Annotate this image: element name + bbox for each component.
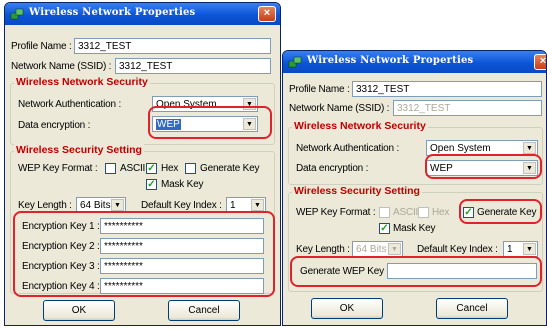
encryption-label: Data encryption : bbox=[296, 163, 369, 174]
profile-name-label: Profile Name : bbox=[11, 41, 72, 52]
ok-button[interactable]: OK bbox=[43, 300, 115, 321]
default-key-index-select[interactable]: 1 ▼ bbox=[226, 197, 266, 213]
cancel-button[interactable]: Cancel bbox=[168, 300, 240, 321]
ok-button[interactable]: OK bbox=[311, 298, 383, 319]
key-length-label: Key Length : bbox=[18, 200, 72, 211]
generate-key-label: Generate Key bbox=[200, 163, 260, 174]
chevron-down-icon[interactable]: ▼ bbox=[111, 199, 124, 211]
default-key-index-label: Default Key Index : bbox=[417, 244, 498, 255]
profile-name-input[interactable]: 3312_TEST bbox=[352, 81, 542, 97]
dialog-title: Wireless Network Properties bbox=[307, 55, 474, 66]
encryption-label: Data encryption : bbox=[18, 120, 91, 131]
encryption-key-3-input[interactable]: ********** bbox=[100, 258, 264, 274]
ssid-input[interactable]: 3312_TEST bbox=[393, 100, 542, 116]
key-length-label: Key Length : bbox=[296, 244, 350, 255]
encryption-select[interactable]: WEP ▼ bbox=[152, 116, 258, 132]
mask-key-checkbox[interactable]: ✓ bbox=[146, 179, 157, 190]
security-setting-title: Wireless Security Setting bbox=[292, 185, 422, 197]
encryption-key-4-input[interactable]: ********** bbox=[100, 278, 264, 294]
chevron-down-icon[interactable]: ▼ bbox=[243, 118, 256, 130]
ssid-value: 3312_TEST bbox=[397, 103, 451, 114]
key-length-select[interactable]: 64 Bits ▼ bbox=[352, 241, 403, 257]
mask-key-checkbox[interactable]: ✓ bbox=[379, 223, 390, 234]
chevron-down-icon[interactable]: ▼ bbox=[251, 199, 264, 211]
encryption-key-2-input[interactable]: ********** bbox=[100, 238, 264, 254]
encryption-key-4-label: Encryption Key 4 : bbox=[22, 281, 100, 292]
ascii-label: ASCII bbox=[120, 163, 146, 174]
encryption-key-2-value: ********** bbox=[104, 241, 143, 252]
network-security-group bbox=[288, 127, 543, 185]
chevron-down-icon[interactable]: ▼ bbox=[243, 98, 256, 110]
encryption-key-1-value: ********** bbox=[104, 221, 143, 232]
default-key-index-label: Default Key Index : bbox=[141, 200, 222, 211]
wireless-properties-dialog-1: Wireless Network Properties × Profile Na… bbox=[4, 2, 281, 326]
hex-label: Hex bbox=[432, 207, 450, 218]
encryption-key-1-label: Encryption Key 1 : bbox=[22, 221, 100, 232]
close-icon: × bbox=[263, 7, 271, 19]
auth-value: Open System bbox=[430, 143, 491, 154]
encryption-select[interactable]: WEP ▼ bbox=[426, 160, 538, 176]
key-length-value: 64 Bits bbox=[80, 200, 111, 211]
ascii-label: ASCII bbox=[393, 207, 419, 218]
ssid-label: Network Name (SSID) : bbox=[11, 61, 112, 72]
mask-key-label: Mask Key bbox=[393, 223, 436, 234]
profile-name-input[interactable]: 3312_TEST bbox=[74, 38, 271, 54]
default-key-index-select[interactable]: 1 ▼ bbox=[503, 241, 538, 257]
wep-format-label: WEP Key Format : bbox=[18, 163, 98, 174]
encryption-key-1-input[interactable]: ********** bbox=[100, 218, 264, 234]
encryption-key-2-label: Encryption Key 2 : bbox=[22, 241, 100, 252]
auth-label: Network Authentication : bbox=[18, 99, 122, 110]
close-button[interactable]: × bbox=[534, 54, 547, 70]
chevron-down-icon[interactable]: ▼ bbox=[523, 162, 536, 174]
network-security-group bbox=[10, 83, 275, 145]
chevron-down-icon[interactable]: ▼ bbox=[523, 142, 536, 154]
wireless-network-icon bbox=[10, 8, 24, 20]
security-setting-title: Wireless Security Setting bbox=[14, 144, 144, 156]
encryption-key-3-value: ********** bbox=[104, 261, 143, 272]
network-security-title: Wireless Network Security bbox=[292, 120, 428, 132]
default-key-index-value: 1 bbox=[230, 200, 236, 211]
generate-key-checkbox[interactable] bbox=[185, 163, 196, 174]
default-key-index-value: 1 bbox=[507, 244, 513, 255]
dialog-title: Wireless Network Properties bbox=[29, 7, 196, 18]
generate-key-checkbox[interactable]: ✓ bbox=[463, 207, 474, 218]
generate-wep-key-label: Generate WEP Key : bbox=[300, 266, 390, 277]
hex-checkbox[interactable]: ✓ bbox=[146, 163, 157, 174]
close-icon: × bbox=[539, 55, 547, 67]
wireless-properties-dialog-2: Wireless Network Properties × Profile Na… bbox=[282, 50, 547, 326]
ascii-checkbox[interactable] bbox=[379, 207, 390, 218]
generate-wep-key-input[interactable] bbox=[387, 263, 537, 279]
title-bar[interactable]: Wireless Network Properties × bbox=[283, 51, 546, 73]
profile-name-value: 3312_TEST bbox=[78, 41, 132, 52]
auth-select[interactable]: Open System ▼ bbox=[152, 96, 258, 112]
generate-key-label: Generate Key bbox=[477, 207, 537, 218]
profile-name-value: 3312_TEST bbox=[356, 84, 410, 95]
title-bar[interactable]: Wireless Network Properties × bbox=[5, 3, 280, 25]
key-length-value: 64 Bits bbox=[356, 244, 387, 255]
chevron-down-icon[interactable]: ▼ bbox=[523, 243, 536, 255]
ssid-value: 3312_TEST bbox=[119, 61, 173, 72]
profile-name-label: Profile Name : bbox=[289, 84, 350, 95]
ssid-label: Network Name (SSID) : bbox=[289, 103, 390, 114]
auth-label: Network Authentication : bbox=[296, 143, 400, 154]
encryption-value: WEP bbox=[156, 119, 181, 130]
encryption-key-4-value: ********** bbox=[104, 281, 143, 292]
hex-label: Hex bbox=[161, 163, 179, 174]
network-security-title: Wireless Network Security bbox=[14, 76, 150, 88]
key-length-select[interactable]: 64 Bits ▼ bbox=[76, 197, 126, 213]
chevron-down-icon[interactable]: ▼ bbox=[388, 243, 401, 255]
encryption-key-3-label: Encryption Key 3 : bbox=[22, 261, 100, 272]
wireless-network-icon bbox=[288, 56, 302, 68]
mask-key-label: Mask Key bbox=[161, 179, 204, 190]
ascii-checkbox[interactable] bbox=[105, 163, 116, 174]
hex-checkbox[interactable] bbox=[418, 207, 429, 218]
cancel-button[interactable]: Cancel bbox=[436, 298, 508, 319]
wep-format-label: WEP Key Format : bbox=[296, 207, 376, 218]
auth-select[interactable]: Open System ▼ bbox=[426, 140, 538, 156]
auth-value: Open System bbox=[156, 99, 217, 110]
close-button[interactable]: × bbox=[258, 6, 276, 22]
encryption-value: WEP bbox=[430, 163, 453, 174]
ssid-input[interactable]: 3312_TEST bbox=[115, 58, 271, 74]
